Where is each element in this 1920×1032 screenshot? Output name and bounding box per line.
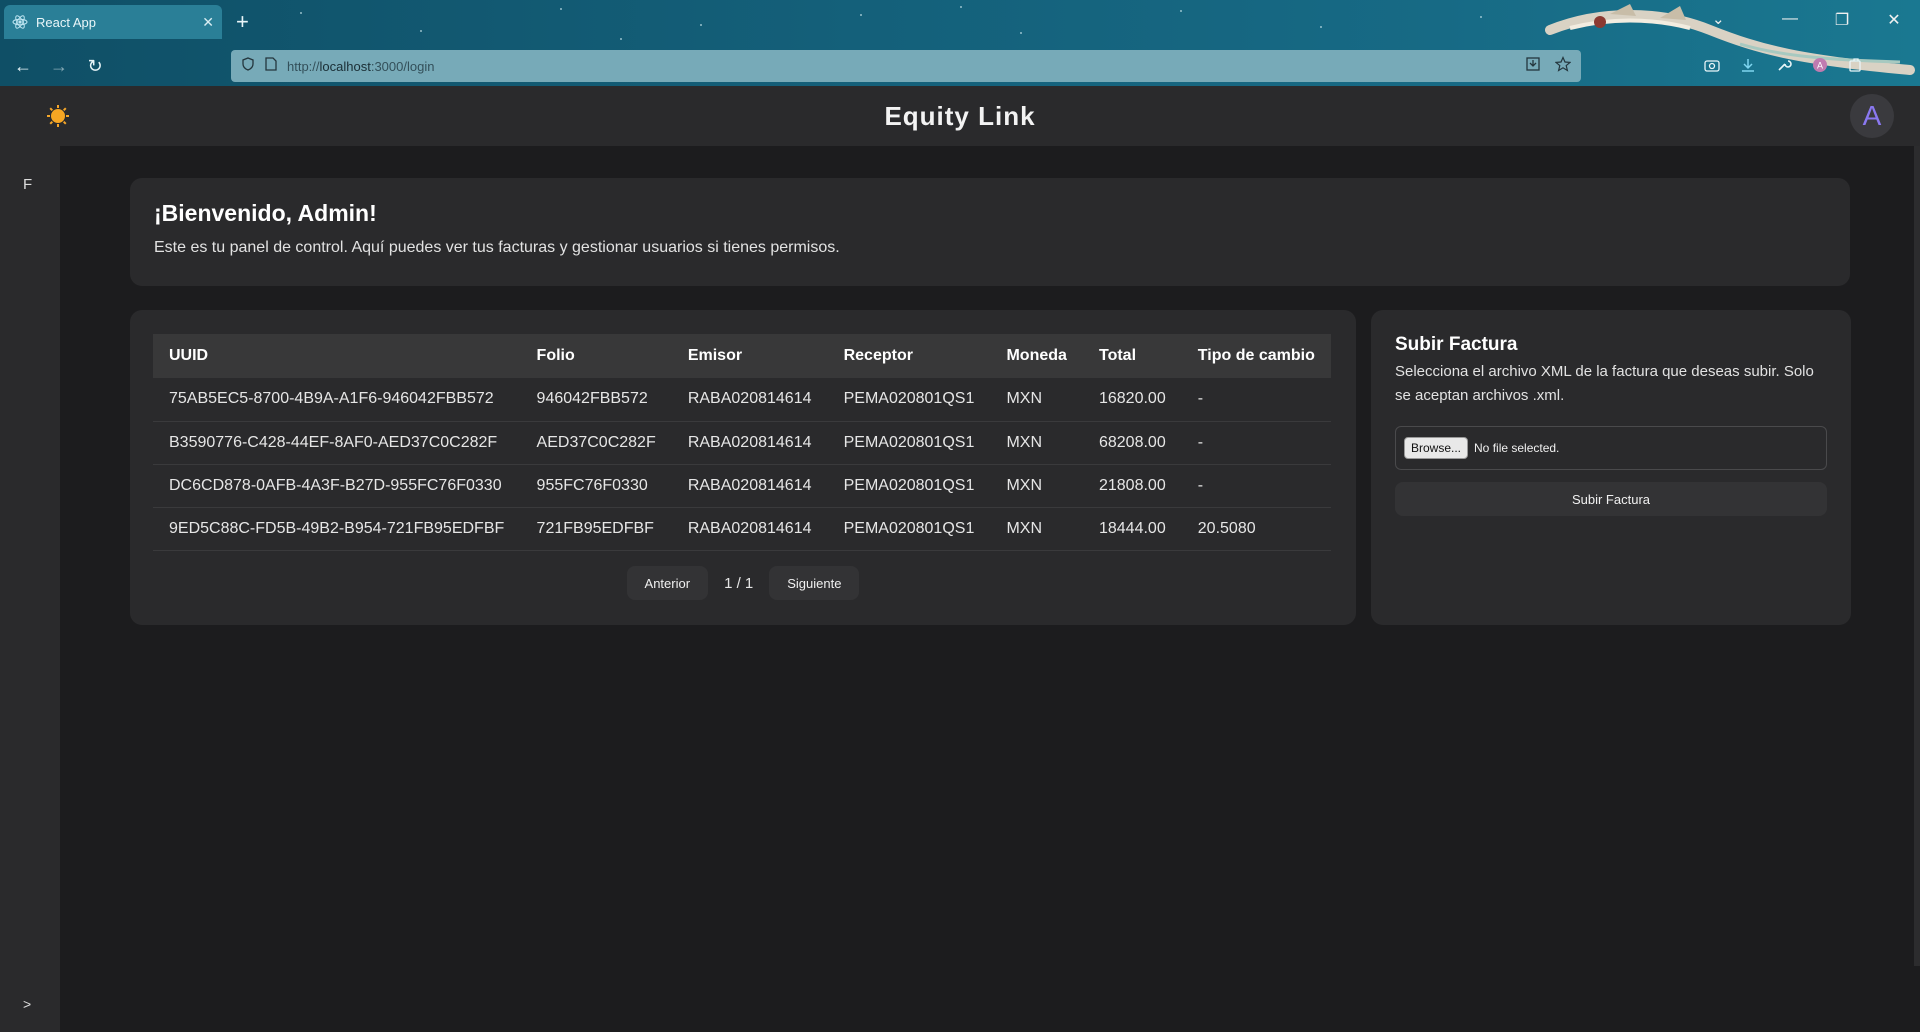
cell-folio: AED37C0C282F: [520, 421, 672, 465]
table-row[interactable]: 75AB5EC5-8700-4B9A-A1F6-946042FBB572 946…: [153, 378, 1331, 422]
previous-page-button[interactable]: Anterior: [626, 566, 709, 600]
downloads-icon[interactable]: [1738, 55, 1758, 75]
table-row[interactable]: B3590776-C428-44EF-8AF0-AED37C0C282F AED…: [153, 421, 1331, 465]
screenshot-icon[interactable]: [1702, 55, 1722, 75]
navigation-bar: ← → ↻ http://localhost:3000/login A: [0, 46, 1920, 86]
tab-title: React App: [36, 14, 96, 30]
close-window-icon[interactable]: ✕: [1868, 10, 1920, 30]
upload-title: Subir Factura: [1395, 334, 1518, 355]
cell-emisor: RABA020814614: [671, 378, 828, 422]
upload-invoice-card: Subir Factura Selecciona el archivo XML …: [1371, 310, 1851, 625]
cell-receptor: PEMA020801QS1: [827, 507, 991, 551]
welcome-card: ¡Bienvenido, Admin! Este es tu panel de …: [130, 178, 1850, 286]
column-header-total: Total: [1098, 347, 1137, 364]
upload-submit-button[interactable]: Subir Factura: [1395, 482, 1827, 516]
invoices-table: UUID Folio Emisor Receptor Moneda Total …: [153, 334, 1331, 551]
upload-description: Selecciona el archivo XML de la factura …: [1395, 363, 1814, 404]
cell-moneda: MXN: [990, 507, 1083, 551]
url-prefix: http://: [287, 58, 320, 74]
window-controls: — ❐ ✕: [1764, 10, 1920, 30]
cell-emisor: RABA020814614: [671, 507, 828, 551]
reload-icon[interactable]: ↻: [84, 55, 106, 77]
cell-folio: 721FB95EDFBF: [520, 507, 672, 551]
cell-moneda: MXN: [990, 464, 1083, 508]
react-logo-icon: [12, 14, 28, 30]
browser-tab[interactable]: React App ✕: [4, 5, 222, 39]
new-tab-button[interactable]: +: [236, 9, 249, 35]
pagination: Anterior 1 / 1 Siguiente: [130, 566, 1356, 600]
url-text[interactable]: http://localhost:3000/login: [287, 59, 1515, 74]
page-indicator: 1 / 1: [724, 574, 754, 592]
cell-folio: 955FC76F0330: [520, 464, 672, 508]
url-path: :3000/login: [370, 58, 435, 74]
cell-tipo-de-cambio: 20.5080: [1181, 507, 1331, 551]
save-page-icon[interactable]: [1525, 56, 1541, 76]
url-host: localhost: [319, 58, 371, 74]
url-bar[interactable]: http://localhost:3000/login: [231, 50, 1581, 82]
invoices-card: UUID Folio Emisor Receptor Moneda Total …: [130, 310, 1356, 625]
cell-moneda: MXN: [990, 421, 1083, 465]
column-header-receptor: Receptor: [843, 347, 913, 364]
column-header-uuid: UUID: [169, 347, 209, 364]
file-input[interactable]: Browse... No file selected.: [1395, 426, 1827, 470]
back-icon[interactable]: ←: [12, 55, 34, 77]
welcome-text: Este es tu panel de control. Aquí puedes…: [154, 239, 840, 256]
cell-receptor: PEMA020801QS1: [827, 421, 991, 465]
cell-uuid: 75AB5EC5-8700-4B9A-A1F6-946042FBB572: [153, 378, 521, 422]
welcome-heading: ¡Bienvenido, Admin!: [154, 200, 377, 226]
forward-icon[interactable]: →: [48, 55, 70, 77]
minimize-icon[interactable]: —: [1764, 10, 1816, 30]
restore-icon[interactable]: ❐: [1816, 10, 1868, 30]
bookmark-star-icon[interactable]: [1554, 56, 1572, 76]
column-header-tipo-de-cambio: Tipo de cambio: [1197, 347, 1315, 364]
cell-tipo-de-cambio: -: [1181, 378, 1331, 422]
column-header-folio: Folio: [536, 347, 575, 364]
column-header-moneda: Moneda: [1006, 347, 1067, 364]
cell-tipo-de-cambio: -: [1181, 464, 1331, 508]
file-status: No file selected.: [1474, 441, 1560, 455]
cell-total: 16820.00: [1082, 378, 1182, 422]
table-row[interactable]: DC6CD878-0AFB-4A3F-B27D-955FC76F0330 955…: [153, 464, 1331, 508]
page-scrollbar[interactable]: [1914, 146, 1920, 966]
toolbar-icons: A: [1702, 55, 1866, 75]
cell-total: 21808.00: [1082, 464, 1182, 508]
page-icon: [265, 56, 277, 76]
next-page-button[interactable]: Siguiente: [769, 566, 860, 600]
cell-total: 68208.00: [1082, 421, 1182, 465]
extensions-icon[interactable]: [1846, 55, 1866, 75]
cell-uuid: 9ED5C88C-FD5B-49B2-B954-721FB95EDFBF: [153, 507, 521, 551]
tab-list-icon[interactable]: ⌄: [1712, 10, 1725, 28]
url-actions: [1525, 56, 1572, 76]
theme-toggle-sun-icon[interactable]: [46, 104, 70, 128]
tools-wrench-icon[interactable]: [1774, 55, 1794, 75]
account-icon[interactable]: A: [1810, 55, 1830, 75]
sidebar-expand-toggle[interactable]: >: [23, 996, 31, 1012]
svg-text:A: A: [1817, 61, 1823, 71]
cell-folio: 946042FBB572: [520, 378, 672, 422]
cell-emisor: RABA020814614: [671, 464, 828, 508]
cell-receptor: PEMA020801QS1: [827, 464, 991, 508]
app-header: Equity Link A: [0, 86, 1920, 146]
cell-receptor: PEMA020801QS1: [827, 378, 991, 422]
shield-icon: [241, 56, 255, 76]
sidebar: F >: [0, 146, 60, 1032]
browser-chrome: React App ✕ + ⌄ — ❐ ✕ ← → ↻ http://local…: [0, 0, 1920, 86]
cell-total: 18444.00: [1082, 507, 1182, 551]
cell-uuid: DC6CD878-0AFB-4A3F-B27D-955FC76F0330: [153, 464, 521, 508]
cell-tipo-de-cambio: -: [1181, 421, 1331, 465]
app-title: Equity Link: [884, 100, 1036, 131]
cell-uuid: B3590776-C428-44EF-8AF0-AED37C0C282F: [153, 421, 521, 465]
tab-close-icon[interactable]: ✕: [202, 14, 214, 31]
user-avatar[interactable]: A: [1850, 94, 1894, 138]
browse-button[interactable]: Browse...: [1404, 437, 1469, 459]
table-row[interactable]: 9ED5C88C-FD5B-49B2-B954-721FB95EDFBF 721…: [153, 507, 1331, 551]
sidebar-item-facturas[interactable]: F: [23, 176, 32, 193]
cell-moneda: MXN: [990, 378, 1083, 422]
table-header-row: UUID Folio Emisor Receptor Moneda Total …: [153, 334, 1331, 378]
column-header-emisor: Emisor: [687, 347, 743, 364]
cell-emisor: RABA020814614: [671, 421, 828, 465]
